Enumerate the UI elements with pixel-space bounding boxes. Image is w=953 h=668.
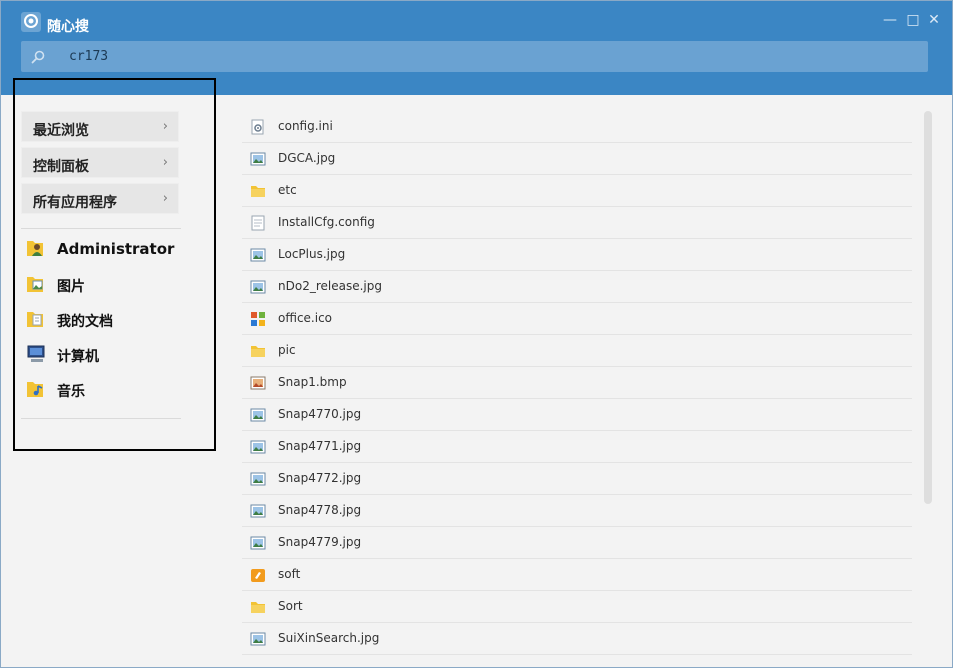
file-name: Snap4771.jpg (278, 439, 362, 453)
menu-recent[interactable]: 最近浏览 › (21, 111, 179, 142)
file-row[interactable]: Snap4770.jpg (242, 399, 912, 431)
music-folder-icon (27, 382, 43, 397)
menu-all-programs[interactable]: 所有应用程序 › (21, 183, 179, 214)
file-row[interactable]: pic (242, 335, 912, 367)
file-row[interactable]: LocPlus.jpg (242, 239, 912, 271)
documents-folder-icon (27, 312, 43, 327)
menu-item-label: 所有应用程序 (33, 195, 117, 211)
office-icon-file-icon (251, 312, 265, 326)
sidebar-divider (21, 418, 181, 419)
search-icon (31, 50, 45, 64)
file-name: nDo2_release.jpg (278, 279, 382, 293)
file-name: Snap1.bmp (278, 375, 347, 389)
image-file-icon (250, 472, 266, 486)
file-row[interactable]: DGCA.jpg (242, 143, 912, 175)
file-row[interactable]: Snap4779.jpg (242, 527, 912, 559)
chevron-right-icon: › (162, 155, 168, 170)
file-row[interactable]: etc (242, 175, 912, 207)
search-input[interactable] (69, 41, 909, 72)
maximize-button[interactable]: □ (905, 12, 921, 28)
file-name: LocPlus.jpg (278, 247, 346, 261)
chevron-right-icon: › (162, 119, 168, 134)
file-name: config.ini (278, 119, 333, 133)
image-file-icon (250, 504, 266, 518)
file-row[interactable]: SuiXinSearch.jpg (242, 623, 912, 655)
folder-icon (251, 602, 265, 613)
file-name: SuiXinSearch.jpg (278, 631, 380, 645)
search-bar (21, 41, 928, 72)
bitmap-file-icon (250, 376, 266, 390)
place-label: Administrator (57, 240, 175, 258)
file-row[interactable]: soft (242, 559, 912, 591)
folder-icon (251, 346, 265, 357)
scrollbar[interactable] (924, 111, 932, 504)
file-row[interactable]: InstallCfg.config (242, 207, 912, 239)
file-name: pic (278, 343, 296, 357)
file-row[interactable]: config.ini (242, 111, 912, 143)
close-button[interactable]: ✕ (926, 12, 942, 28)
menu-item-label: 控制面板 (33, 159, 89, 175)
file-row[interactable]: Snap1.bmp (242, 367, 912, 399)
minimize-button[interactable]: — (882, 12, 898, 28)
image-file-icon (250, 152, 266, 166)
file-name: Snap4770.jpg (278, 407, 362, 421)
sidebar-divider (21, 228, 181, 229)
place-label: 我的文档 (57, 314, 113, 330)
pictures-folder-icon (27, 277, 43, 292)
window-title: 随心搜 (47, 19, 89, 35)
folder-icon (251, 186, 265, 197)
file-name: etc (278, 183, 297, 197)
image-file-icon (250, 280, 266, 294)
file-name: soft (278, 567, 301, 581)
file-row[interactable]: office.ico (242, 303, 912, 335)
file-row[interactable]: Snap4772.jpg (242, 463, 912, 495)
text-file-icon (251, 215, 265, 231)
place-label: 图片 (57, 279, 85, 295)
user-folder-icon (27, 241, 43, 256)
file-list: config.ini DGCA.jpg etc InstallCfg.config Lo… (242, 111, 912, 655)
file-name: DGCA.jpg (278, 151, 336, 165)
file-name: Snap4778.jpg (278, 503, 362, 517)
file-row[interactable]: Snap4778.jpg (242, 495, 912, 527)
image-file-icon (250, 536, 266, 550)
file-name: Sort (278, 599, 303, 613)
image-file-icon (250, 248, 266, 262)
file-name: InstallCfg.config (278, 215, 375, 229)
settings-file-icon (251, 119, 264, 135)
image-file-icon (250, 440, 266, 454)
file-row[interactable]: nDo2_release.jpg (242, 271, 912, 303)
menu-control-panel[interactable]: 控制面板 › (21, 147, 179, 178)
image-file-icon (250, 632, 266, 646)
special-folder-icon (251, 569, 265, 582)
place-label: 计算机 (57, 349, 99, 365)
image-file-icon (250, 408, 266, 422)
app-window: 随心搜 — □ ✕ 最近浏览 › 控制面板 › 所有应用程序 › Adminis… (0, 0, 953, 668)
file-name: Snap4779.jpg (278, 535, 362, 549)
file-row[interactable]: Snap4771.jpg (242, 431, 912, 463)
app-logo-icon (21, 12, 41, 32)
chevron-right-icon: › (162, 191, 168, 206)
file-name: office.ico (278, 311, 333, 325)
file-row[interactable]: Sort (242, 591, 912, 623)
file-name: Snap4772.jpg (278, 471, 362, 485)
place-label: 音乐 (57, 384, 85, 400)
computer-icon (27, 345, 45, 362)
menu-item-label: 最近浏览 (33, 123, 89, 139)
